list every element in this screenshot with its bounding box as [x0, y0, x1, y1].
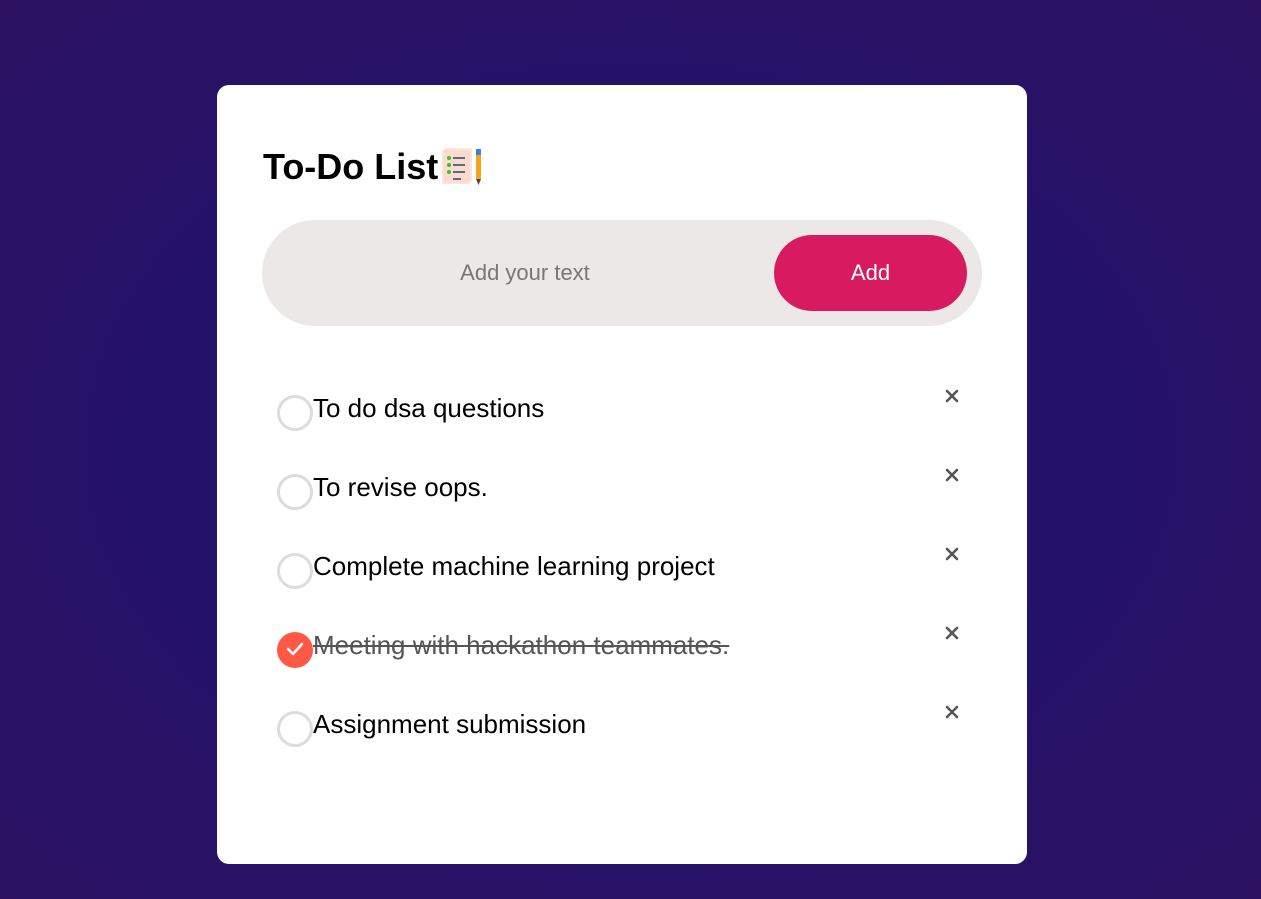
checklist-clipboard-icon — [440, 147, 484, 187]
add-button[interactable]: Add — [774, 235, 967, 311]
task-checkbox[interactable] — [277, 474, 313, 510]
task-checkbox[interactable] — [277, 395, 313, 431]
task-input[interactable] — [292, 248, 758, 298]
task-checkbox[interactable] — [277, 553, 313, 589]
checkmark-icon — [286, 642, 304, 656]
close-icon[interactable] — [939, 541, 965, 567]
close-icon[interactable] — [939, 699, 965, 725]
task-item[interactable]: Meeting with hackathon teammates. — [277, 610, 977, 689]
task-item[interactable]: Assignment submission — [277, 689, 977, 768]
task-checkbox[interactable] — [277, 632, 313, 668]
task-item[interactable]: To revise oops. — [277, 452, 977, 531]
header: To-Do List — [263, 145, 484, 189]
todo-card: To-Do List Add your text Add To do dsa q… — [217, 85, 1027, 864]
task-text: Assignment submission — [313, 709, 587, 739]
task-item[interactable]: Complete machine learning project — [277, 531, 977, 610]
task-text: To do dsa questions — [313, 393, 545, 423]
task-text: Meeting with hackathon teammates. — [313, 630, 730, 660]
task-list: To do dsa questions To revise oops. Comp… — [277, 373, 977, 768]
add-task-row: Add — [262, 220, 982, 326]
close-icon[interactable] — [939, 620, 965, 646]
close-icon[interactable] — [939, 462, 965, 488]
page-title: To-Do List — [263, 146, 439, 187]
close-icon[interactable] — [939, 383, 965, 409]
task-text: Complete machine learning project — [313, 551, 715, 581]
task-checkbox[interactable] — [277, 711, 313, 747]
task-item[interactable]: To do dsa questions — [277, 373, 977, 452]
task-text: To revise oops. — [313, 472, 488, 502]
